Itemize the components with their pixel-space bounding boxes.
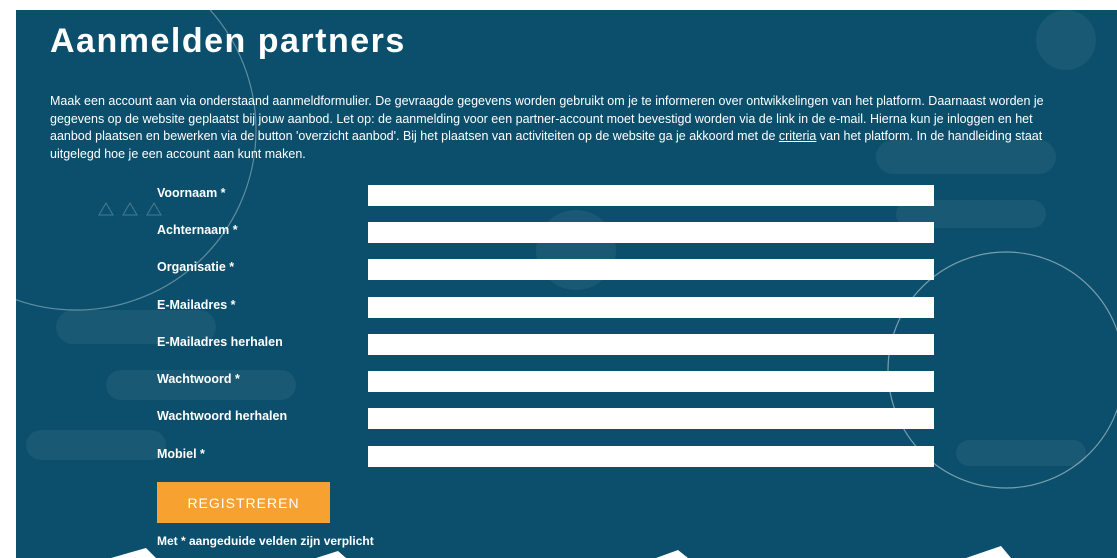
field-row-email: E-Mailadres * <box>157 297 937 318</box>
achternaam-label: Achternaam * <box>157 223 238 237</box>
password-label: Wachtwoord * <box>157 372 240 386</box>
achternaam-input[interactable] <box>368 222 934 243</box>
field-row-achternaam: Achternaam * <box>157 222 937 243</box>
field-row-password: Wachtwoord * <box>157 371 937 392</box>
signup-panel: Aanmelden partners Maak een account aan … <box>16 10 1117 558</box>
field-row-email-repeat: E-Mailadres herhalen <box>157 334 937 355</box>
password-input[interactable] <box>368 371 934 392</box>
voornaam-label: Voornaam * <box>157 186 226 200</box>
required-fields-note: Met * aangeduide velden zijn verplicht <box>157 534 374 548</box>
field-row-organisatie: Organisatie * <box>157 259 937 280</box>
email-input[interactable] <box>368 297 934 318</box>
password-repeat-label: Wachtwoord herhalen <box>157 409 288 423</box>
register-button[interactable]: REGISTREREN <box>157 482 330 523</box>
email-label: E-Mailadres * <box>157 298 236 312</box>
page-title: Aanmelden partners <box>50 22 406 60</box>
organisatie-label: Organisatie * <box>157 260 235 274</box>
field-row-password-repeat: Wachtwoord herhalen <box>157 408 937 429</box>
organisatie-input[interactable] <box>368 259 934 280</box>
voornaam-input[interactable] <box>368 185 934 206</box>
mobiel-input[interactable] <box>368 446 934 467</box>
password-repeat-input[interactable] <box>368 408 934 429</box>
email-repeat-label: E-Mailadres herhalen <box>157 335 283 349</box>
criteria-link[interactable]: criteria <box>779 129 817 143</box>
email-repeat-input[interactable] <box>368 334 934 355</box>
mobiel-label: Mobiel * <box>157 447 205 461</box>
field-row-voornaam: Voornaam * <box>157 185 937 206</box>
intro-text: Maak een account aan via onderstaand aan… <box>50 93 1060 163</box>
field-row-mobiel: Mobiel * <box>157 446 937 467</box>
